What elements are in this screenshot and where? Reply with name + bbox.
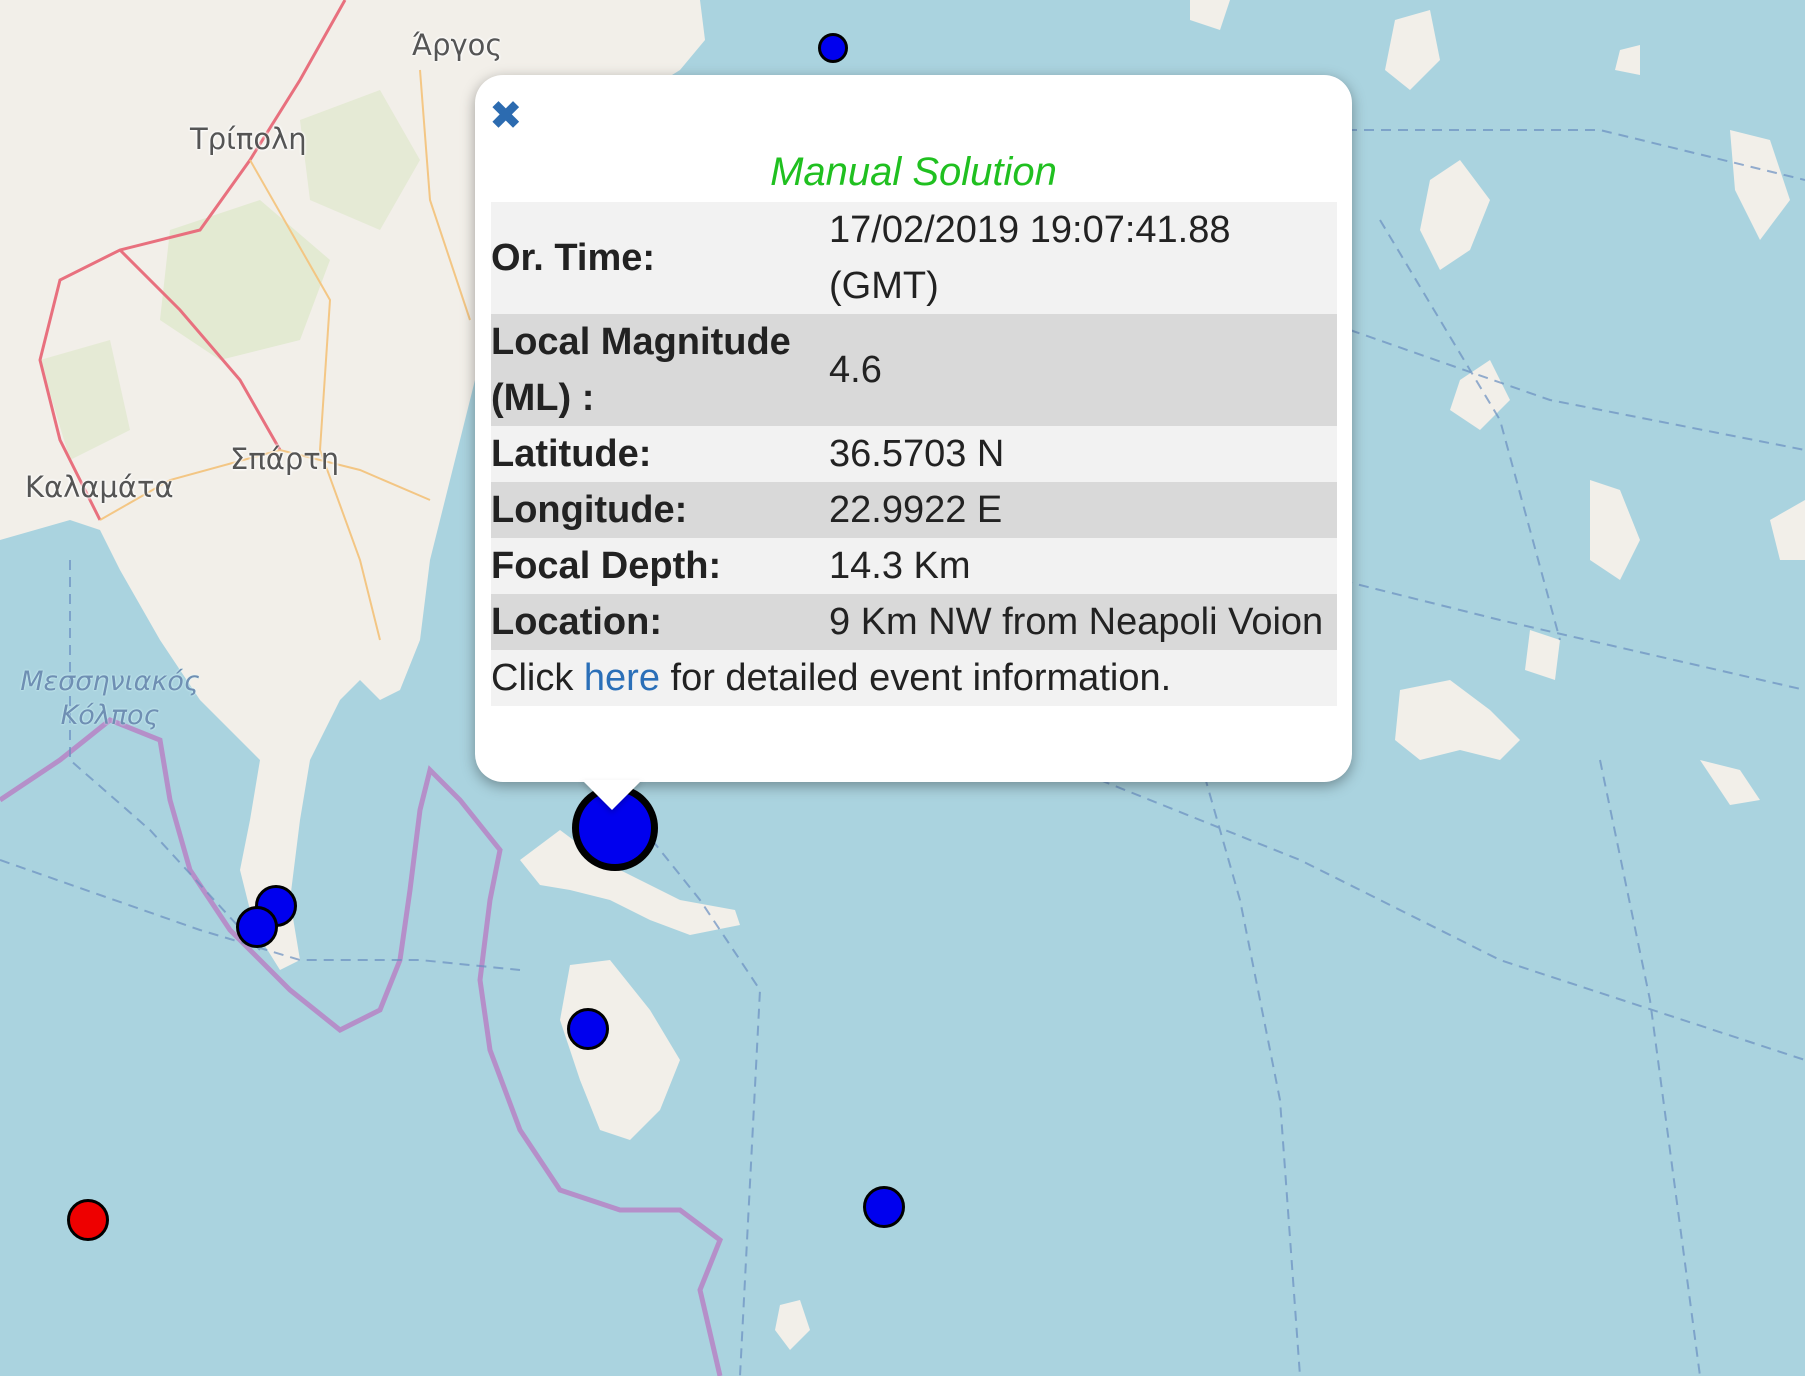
popup-title: Manual Solution <box>770 150 1057 194</box>
event-details-link[interactable]: here <box>584 657 660 699</box>
table-row: Or. Time: 17/02/2019 19:07:41.88 (GMT) <box>491 202 1337 314</box>
table-row: Longitude: 22.9922 E <box>491 482 1337 538</box>
footer-row: Click here for detailed event informatio… <box>491 650 1337 706</box>
latitude-label: Latitude: <box>491 426 829 482</box>
origin-time-value: 17/02/2019 19:07:41.88 (GMT) <box>829 202 1337 314</box>
longitude-label: Longitude: <box>491 482 829 538</box>
popup-tip <box>582 780 642 810</box>
magnitude-label: Local Magnitude (ML) : <box>491 314 829 426</box>
location-label: Location: <box>491 594 829 650</box>
place-label-argos: Άργος <box>412 28 503 62</box>
longitude-value: 22.9922 E <box>829 482 1337 538</box>
event-info-table: Or. Time: 17/02/2019 19:07:41.88 (GMT) L… <box>491 202 1337 706</box>
footer-suffix: for detailed event information. <box>670 657 1172 699</box>
map-view[interactable]: Άργος Τρίπολη Σπάρτη Καλαμάτα Μεσσηνιακό… <box>0 0 1805 1376</box>
latitude-value: 36.5703 N <box>829 426 1337 482</box>
table-row: Location: 9 Km NW from Neapoli Voion <box>491 594 1337 650</box>
close-icon[interactable]: ✖ <box>489 96 523 136</box>
focal-depth-label: Focal Depth: <box>491 538 829 594</box>
event-marker[interactable] <box>818 33 848 63</box>
gulf-label-messiniakos: Μεσσηνιακός Κόλπος <box>5 665 215 733</box>
gulf-label-line1: Μεσσηνιακός <box>20 666 200 697</box>
origin-time-label: Or. Time: <box>491 202 829 314</box>
place-label-kalamata: Καλαμάτα <box>25 470 174 504</box>
place-label-tripoli: Τρίπολη <box>190 122 307 156</box>
footer-text: Click here for detailed event informatio… <box>491 650 1337 706</box>
event-marker[interactable] <box>236 906 278 948</box>
table-row: Local Magnitude (ML) : 4.6 <box>491 314 1337 426</box>
table-row: Latitude: 36.5703 N <box>491 426 1337 482</box>
focal-depth-value: 14.3 Km <box>829 538 1337 594</box>
event-marker[interactable] <box>567 1008 609 1050</box>
table-row: Focal Depth: 14.3 Km <box>491 538 1337 594</box>
footer-prefix: Click <box>491 657 574 699</box>
magnitude-value: 4.6 <box>829 314 1337 426</box>
place-label-sparti: Σπάρτη <box>230 442 340 476</box>
gulf-label-line2: Κόλπος <box>60 700 160 731</box>
location-value: 9 Km NW from Neapoli Voion <box>829 594 1337 650</box>
event-marker[interactable] <box>67 1199 109 1241</box>
event-marker[interactable] <box>863 1186 905 1228</box>
